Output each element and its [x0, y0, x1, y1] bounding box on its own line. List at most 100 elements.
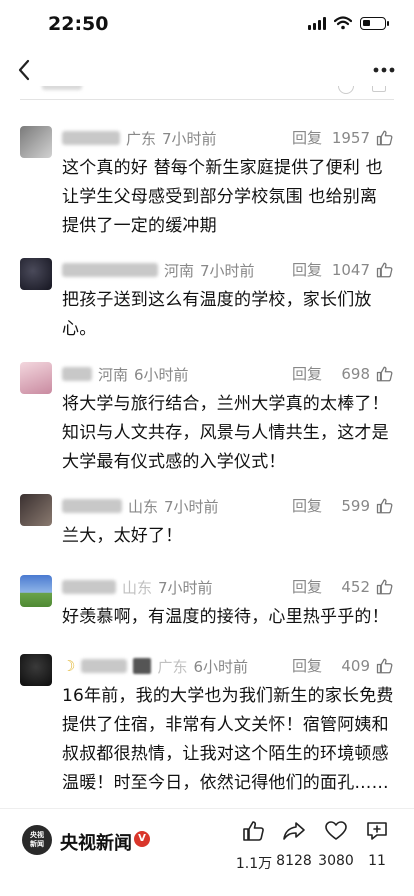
comment-line: 这个真的好 替每个新生家庭提供了便利 也 — [62, 158, 383, 178]
blurred-icon — [338, 86, 354, 94]
reply-button[interactable]: 回复 — [292, 575, 322, 599]
battery-level — [363, 19, 370, 26]
bottom-action-bar: 央视 新闻 央视新闻 V 1.1万 8128 3080 11 — [0, 808, 414, 896]
comment-text: 16年前，我的大学也为我们新生的家长免费 提供了住宿，非常有人文关怀！宿管阿姨和… — [62, 682, 394, 798]
logo-text: 央视 — [30, 831, 44, 839]
wifi-icon — [334, 16, 352, 30]
comment-meta: 河南 6小时前 — [62, 362, 189, 386]
share-button[interactable]: 8128 — [272, 819, 316, 869]
comment-location: 广东 — [126, 129, 157, 148]
comment-line: 16年前，我的大学也为我们新生的家长免费 — [62, 686, 394, 706]
like-count: 1.1万 — [235, 856, 273, 872]
comment-line: 把孩子送到这么有温度的学校，家长们放 — [62, 290, 372, 310]
blurred-username — [62, 367, 92, 381]
favorite-button[interactable]: 3080 — [314, 819, 358, 869]
comment-time: 7小时前 — [164, 497, 219, 516]
comment-meta: 广东 7小时前 — [62, 126, 217, 150]
comment-text: 兰大，太好了！ — [62, 522, 394, 551]
like-button[interactable]: 599 — [341, 494, 394, 518]
comment-location: 广东 — [157, 657, 188, 676]
comment-line: 将大学与旅行结合，兰州大学真的太棒了！ — [62, 394, 389, 414]
avatar[interactable] — [20, 575, 52, 607]
thumbs-up-icon — [376, 498, 393, 514]
status-time: 22:50 — [48, 13, 109, 35]
comment-time: 6小时前 — [193, 657, 249, 676]
comment-line: 大学最有仪式感的入学仪式！ — [62, 452, 286, 472]
favorite-count: 3080 — [318, 853, 354, 869]
comment-line: 好羡慕啊，有温度的接待，心里热乎乎的！ — [62, 607, 389, 627]
thumbs-up-icon — [376, 658, 393, 674]
reply-button[interactable]: 回复 — [292, 654, 322, 678]
thumbs-up-icon — [376, 579, 393, 595]
comment-line: 让学生父母感受到部分学校氛围 也给别离 — [62, 187, 378, 207]
blurred-username — [62, 131, 120, 145]
comment-count: 11 — [368, 853, 386, 869]
like-button[interactable]: 452 — [341, 575, 394, 599]
moon-emoji-icon: ☽ — [62, 657, 76, 675]
comment-time: 7小时前 — [200, 261, 255, 280]
like-button[interactable]: 1047 — [332, 258, 394, 282]
comment-time: 7小时前 — [162, 129, 217, 148]
comment-line: 叔叔都很热情，让我对这个陌生的环境顿感 — [62, 744, 389, 764]
like-button[interactable]: 1957 — [332, 126, 394, 150]
blurred-username — [62, 499, 122, 513]
search-strip — [20, 86, 394, 100]
comment-text: 这个真的好 替每个新生家庭提供了便利 也 让学生父母感受到部分学校氛围 也给别离… — [62, 154, 394, 241]
nav-bar — [0, 50, 414, 90]
like-count: 599 — [341, 497, 370, 515]
reply-button[interactable]: 回复 — [292, 126, 322, 150]
blurred-text — [42, 86, 82, 90]
thumbs-up-icon — [376, 262, 393, 278]
reply-button[interactable]: 回复 — [292, 362, 322, 386]
battery-icon — [360, 16, 389, 30]
blurred-username — [62, 580, 116, 594]
avatar[interactable] — [20, 258, 52, 290]
blurred-username — [62, 263, 158, 277]
like-count: 452 — [341, 578, 370, 596]
like-count: 409 — [341, 657, 370, 675]
comment-meta: ☽ 广东 6小时前 — [62, 654, 248, 678]
share-count: 8128 — [276, 853, 312, 869]
more-dots-icon — [373, 67, 395, 73]
publisher-logo[interactable]: 央视 新闻 — [22, 825, 52, 855]
like-action-button[interactable]: 1.1万 — [232, 819, 276, 873]
avatar[interactable] — [20, 494, 52, 526]
like-count: 698 — [341, 365, 370, 383]
comment-location: 河南 — [98, 365, 129, 384]
comment-time: 7小时前 — [158, 578, 213, 597]
back-button[interactable] — [8, 54, 40, 86]
avatar[interactable] — [20, 654, 52, 686]
like-count: 1957 — [331, 129, 370, 147]
cellular-signal-icon — [308, 16, 326, 30]
logo-text: 新闻 — [30, 840, 44, 848]
comment-line: 心。 — [62, 319, 97, 339]
reply-button[interactable]: 回复 — [292, 258, 322, 282]
comment-meta: 河南 7小时前 — [62, 258, 255, 282]
more-button[interactable] — [364, 54, 404, 86]
comment-line: 提供了住宿，非常有人文关怀！宿管阿姨和 — [62, 715, 389, 735]
comment-location: 山东 — [122, 578, 153, 597]
comment-location: 山东 — [128, 497, 159, 516]
avatar[interactable] — [20, 362, 52, 394]
blurred-username — [81, 659, 128, 673]
comment-line: 提供了一定的缓冲期 — [62, 216, 217, 236]
publisher-name[interactable]: 央视新闻 — [60, 829, 132, 855]
like-button[interactable]: 409 — [341, 654, 394, 678]
share-icon — [283, 822, 305, 840]
comment-text: 把孩子送到这么有温度的学校，家长们放 心。 — [62, 286, 394, 344]
reply-button[interactable]: 回复 — [292, 494, 322, 518]
blurred-icon — [372, 86, 386, 92]
thumbs-up-icon — [376, 130, 393, 146]
status-bar: 22:50 — [0, 0, 414, 50]
comment-meta: 山东 7小时前 — [62, 575, 213, 599]
comment-button[interactable]: 11 — [355, 819, 399, 869]
thumbs-up-icon — [243, 821, 264, 841]
status-icons — [308, 16, 389, 30]
comment-time: 6小时前 — [134, 365, 189, 384]
comment-line: 温暖！时至今日，依然记得他们的面孔…… — [62, 773, 389, 793]
like-button[interactable]: 698 — [341, 362, 394, 386]
like-count: 1047 — [331, 261, 370, 279]
avatar[interactable] — [20, 126, 52, 158]
comment-line: 兰大，太好了！ — [62, 526, 183, 546]
comment-line: 知识与人文共存，风景与人情共生，这才是 — [62, 423, 389, 443]
